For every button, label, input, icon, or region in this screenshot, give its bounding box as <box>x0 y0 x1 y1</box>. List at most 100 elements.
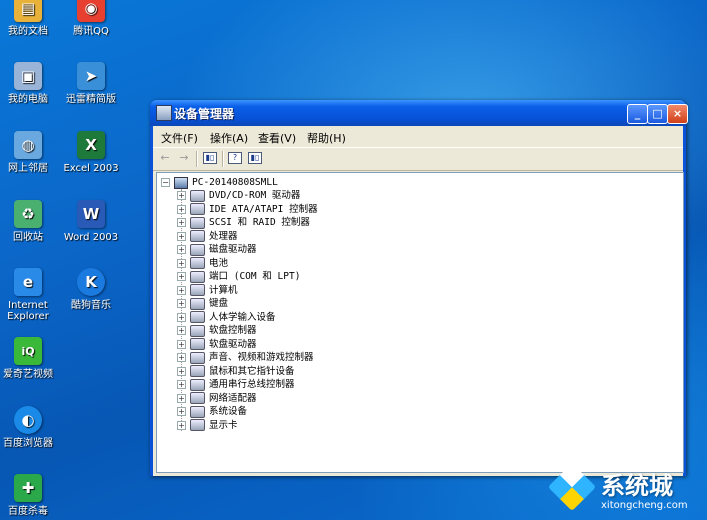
tree-node[interactable]: + 处理器 <box>177 230 238 243</box>
tree-node[interactable]: + 声音、视频和游戏控制器 <box>177 351 314 364</box>
tree-node-label: IDE ATA/ATAPI 控制器 <box>209 203 318 215</box>
desktop-icon-my-documents[interactable]: ▤ 我的文档 <box>0 0 60 37</box>
tree-node-label: 计算机 <box>209 284 238 296</box>
expand-toggle-icon[interactable]: + <box>177 191 186 200</box>
expand-toggle-icon[interactable]: + <box>177 312 186 322</box>
device-tree: − PC-20140808SMLL + DVD/CD-ROM 驱动器 + IDE ATA… <box>156 172 684 473</box>
show-hide-console-tree-icon[interactable]: ▮▯ <box>203 152 217 164</box>
tree-node[interactable]: + 电池 <box>177 257 228 270</box>
desktop-icon-qq[interactable]: ◉ 腾讯QQ <box>59 0 123 37</box>
display-adapter-icon <box>190 419 205 431</box>
expand-toggle-icon[interactable]: + <box>177 393 186 403</box>
window-client-area: 文件(F) 操作(A) 查看(V) 帮助(H) ← → ▮▯ ? ▮▯ − PC-… <box>153 126 684 476</box>
dvd-drive-icon <box>190 189 205 202</box>
desktop-icon-iqiyi[interactable]: iQ 爱奇艺视频 <box>0 337 60 380</box>
qq-penguin-icon: ◉ <box>77 0 105 22</box>
tree-node[interactable]: + IDE ATA/ATAPI 控制器 <box>177 203 318 216</box>
close-button[interactable]: × <box>667 104 688 124</box>
kugou-music-icon: K <box>77 268 105 296</box>
tree-node-label: 端口 (COM 和 LPT) <box>209 271 301 282</box>
tree-node[interactable]: + DVD/CD-ROM 驱动器 <box>177 189 300 202</box>
tree-node[interactable]: + 软盘控制器 <box>177 324 257 337</box>
desktop-icon-recycle-bin[interactable]: ♻ 回收站 <box>0 200 60 243</box>
expand-toggle-icon[interactable]: + <box>177 258 186 268</box>
expand-toggle-icon[interactable]: + <box>177 272 186 281</box>
tree-node[interactable]: + 键盘 <box>177 297 228 310</box>
desktop-icon-my-computer[interactable]: ▣ 我的电脑 <box>0 62 60 105</box>
menu-view[interactable]: 查看(V) <box>258 130 296 146</box>
expand-toggle-icon[interactable]: + <box>177 366 186 376</box>
tree-node[interactable]: + 磁盘驱动器 <box>177 243 257 256</box>
desktop-icon-ie[interactable]: e Internet Explorer <box>0 268 60 322</box>
tree-node[interactable]: + 通用串行总线控制器 <box>177 378 295 391</box>
expand-toggle-icon[interactable]: + <box>177 245 186 254</box>
tree-node-label: 软盘驱动器 <box>209 338 257 350</box>
maximize-button[interactable]: □ <box>647 104 668 124</box>
window-titlebar[interactable]: 设备管理器 _ □ × <box>150 100 688 126</box>
minimize-button[interactable]: _ <box>627 104 648 124</box>
mouse-icon <box>190 365 205 377</box>
menu-action[interactable]: 操作(A) <box>210 130 248 146</box>
expand-toggle-icon[interactable]: + <box>177 204 186 214</box>
desktop-icon-thunder[interactable]: ➤ 迅雷精简版 <box>59 62 123 105</box>
desktop-icon-label: Internet Explorer <box>7 300 49 322</box>
desktop-icon-excel[interactable]: X Excel 2003 <box>59 131 123 174</box>
tree-root-computer[interactable]: − PC-20140808SMLL <box>161 176 278 189</box>
computer-icon <box>190 284 205 296</box>
desktop-icon-label: 百度浏览器 <box>3 438 53 449</box>
expand-toggle-icon[interactable]: + <box>177 285 186 295</box>
usb-icon <box>190 378 205 391</box>
desktop-icon-baidu-browser[interactable]: ◐ 百度浏览器 <box>0 406 60 449</box>
tree-node[interactable]: + 人体学输入设备 <box>177 311 276 324</box>
desktop-icon-network[interactable]: ◍ 网上邻居 <box>0 131 60 174</box>
tree-node[interactable]: + 计算机 <box>177 284 238 297</box>
forward-arrow-icon[interactable]: → <box>177 152 191 164</box>
computer-icon <box>174 176 188 189</box>
scsi-controller-icon <box>190 216 205 229</box>
expand-toggle-icon[interactable]: + <box>177 339 186 349</box>
collapse-toggle-icon[interactable]: − <box>161 178 170 187</box>
desktop-icon-label: 百度杀毒 <box>8 506 48 517</box>
tree-node[interactable]: + SCSI 和 RAID 控制器 <box>177 216 310 229</box>
hid-icon <box>190 311 205 323</box>
expand-toggle-icon[interactable]: + <box>177 407 186 416</box>
sound-icon <box>190 351 205 364</box>
expand-toggle-icon[interactable]: + <box>177 380 186 389</box>
menu-help[interactable]: 帮助(H) <box>307 130 346 146</box>
tree-node[interactable]: + 软盘驱动器 <box>177 338 257 351</box>
tree-node-label: 处理器 <box>209 230 238 242</box>
desktop-icon-kugou[interactable]: K 酷狗音乐 <box>59 268 123 311</box>
expand-toggle-icon[interactable]: + <box>177 326 186 335</box>
expand-toggle-icon[interactable]: + <box>177 353 186 362</box>
tree-node-label: 磁盘驱动器 <box>209 244 257 255</box>
menu-file[interactable]: 文件(F) <box>161 130 198 146</box>
watermark-name: 系统城 <box>601 472 673 500</box>
expand-toggle-icon[interactable]: + <box>177 420 186 430</box>
expand-toggle-icon[interactable]: + <box>177 218 186 227</box>
tree-node-label: 人体学输入设备 <box>209 311 276 323</box>
disk-drive-icon <box>190 243 205 256</box>
tree-node-label: 键盘 <box>209 298 229 309</box>
watermark-url: xitongcheng.com <box>601 500 688 511</box>
expand-toggle-icon[interactable]: + <box>177 299 186 308</box>
excel-icon: X <box>77 131 105 159</box>
desktop-icon-label: Excel 2003 <box>63 163 119 174</box>
tree-node[interactable]: + 显示卡 <box>177 419 238 432</box>
help-pane-icon[interactable]: ▮▯ <box>248 152 262 164</box>
desktop-icon-word[interactable]: W Word 2003 <box>59 200 123 243</box>
desktop-icon-label: 爱奇艺视频 <box>3 369 53 380</box>
xitongcheng-logo-icon <box>547 462 597 512</box>
tree-node-label: 声音、视频和游戏控制器 <box>209 352 314 363</box>
tree-node[interactable]: + 系统设备 <box>177 405 247 418</box>
expand-toggle-icon[interactable]: + <box>177 231 186 241</box>
tree-node[interactable]: + 端口 (COM 和 LPT) <box>177 270 300 283</box>
back-arrow-icon[interactable]: ← <box>158 152 172 164</box>
tree-node[interactable]: + 网络适配器 <box>177 392 257 405</box>
keyboard-icon <box>190 297 205 310</box>
internet-explorer-icon: e <box>14 268 42 296</box>
processor-icon <box>190 230 205 242</box>
properties-icon[interactable]: ? <box>228 152 242 164</box>
tree-node[interactable]: + 鼠标和其它指针设备 <box>177 365 295 378</box>
desktop-icon-baidu-antivirus[interactable]: ✚ 百度杀毒 <box>0 474 60 517</box>
folder-documents-icon: ▤ <box>14 0 42 22</box>
